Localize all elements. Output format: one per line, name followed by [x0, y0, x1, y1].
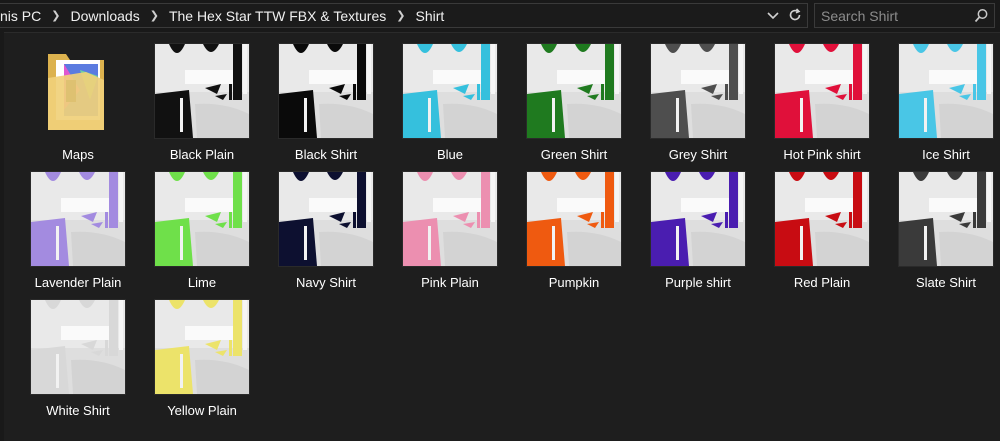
texture-thumbnail: [651, 172, 745, 266]
texture-thumbnail: [279, 44, 373, 138]
file-item[interactable]: Slate Shirt: [872, 172, 996, 300]
address-bar[interactable]: nis PC ❯ Downloads ❯ The Hex Star TTW FB…: [0, 3, 808, 28]
search-input[interactable]: [821, 7, 971, 24]
texture-thumbnail: [403, 172, 497, 266]
texture-thumbnail: [775, 172, 869, 266]
search-box[interactable]: [814, 3, 995, 28]
chevron-right-icon[interactable]: ❯: [142, 9, 167, 22]
file-grid: Maps Black Plain Black Shirt Blue Green Shir…: [0, 44, 1000, 428]
refresh-icon[interactable]: [787, 6, 803, 24]
texture-thumbnail: [31, 172, 125, 266]
file-item[interactable]: Pink Plain: [376, 172, 500, 300]
chevron-down-icon[interactable]: [765, 6, 781, 24]
file-item[interactable]: Black Plain: [128, 44, 252, 172]
texture-thumbnail: [651, 44, 745, 138]
breadcrumb-downloads[interactable]: Downloads: [68, 8, 141, 24]
file-item[interactable]: Pumpkin: [500, 172, 624, 300]
texture-thumbnail: [527, 44, 621, 138]
breadcrumb-this-pc[interactable]: nis PC: [0, 8, 43, 24]
texture-thumbnail: [155, 44, 249, 138]
file-item[interactable]: Purple shirt: [624, 172, 748, 300]
texture-thumbnail: [155, 300, 249, 394]
file-item[interactable]: Yellow Plain: [128, 300, 252, 428]
breadcrumb-hex-star[interactable]: The Hex Star TTW FBX & Textures: [167, 8, 388, 24]
item-label: Slate Shirt: [916, 275, 976, 290]
title-bar: nis PC ❯ Downloads ❯ The Hex Star TTW FB…: [0, 0, 1000, 33]
search-icon[interactable]: [974, 8, 989, 28]
item-label: Yellow Plain: [167, 403, 237, 418]
texture-thumbnail: [279, 172, 373, 266]
file-item[interactable]: Lime: [128, 172, 252, 300]
texture-thumbnail: [403, 44, 497, 138]
file-item[interactable]: White Shirt: [4, 300, 128, 428]
folder-icon: [48, 54, 104, 130]
item-label: Ice Shirt: [922, 147, 970, 162]
file-item[interactable]: Grey Shirt: [624, 44, 748, 172]
file-item[interactable]: Ice Shirt: [872, 44, 996, 172]
texture-thumbnail: [31, 300, 125, 394]
file-item[interactable]: Red Plain: [748, 172, 872, 300]
file-item[interactable]: Hot Pink shirt: [748, 44, 872, 172]
file-item[interactable]: Navy Shirt: [252, 172, 376, 300]
breadcrumb-shirt[interactable]: Shirt: [413, 8, 446, 24]
file-item[interactable]: Black Shirt: [252, 44, 376, 172]
texture-thumbnail: [775, 44, 869, 138]
file-item[interactable]: Green Shirt: [500, 44, 624, 172]
file-item[interactable]: Blue: [376, 44, 500, 172]
folder-item-maps[interactable]: Maps: [4, 44, 128, 172]
texture-thumbnail: [899, 44, 993, 138]
texture-thumbnail: [155, 172, 249, 266]
texture-thumbnail: [899, 172, 993, 266]
file-item[interactable]: Lavender Plain: [4, 172, 128, 300]
chevron-right-icon[interactable]: ❯: [388, 9, 413, 22]
texture-thumbnail: [527, 172, 621, 266]
chevron-right-icon[interactable]: ❯: [43, 9, 68, 22]
